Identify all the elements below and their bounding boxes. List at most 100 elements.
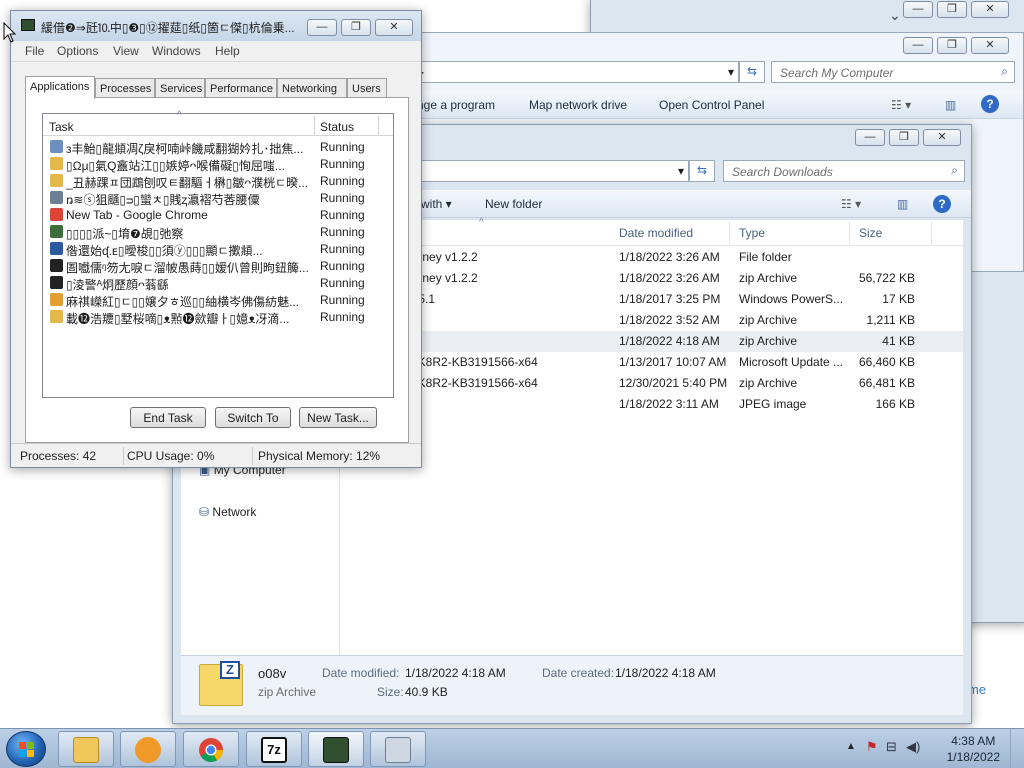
status-physical-memory: Physical Memory: 12% (258, 449, 381, 463)
network-icon[interactable]: ⊟ (886, 739, 897, 755)
task-row[interactable]: ▯▯▯▯派~▯堉❼覘▯弛察 Running (43, 223, 393, 241)
column-size[interactable]: Size (859, 226, 882, 240)
search-input[interactable]: Search My Computer ⌕ (771, 61, 1015, 83)
action-center-icon[interactable]: ⚑ (866, 739, 878, 755)
column-status[interactable]: Status (320, 120, 354, 134)
file-row[interactable]: 1/18/2022 4:18 AM zip Archive 41 KB (339, 331, 963, 352)
file-row[interactable]: VMF5.11/18/2017 3:25 PMWindows PowerS...… (339, 289, 963, 310)
tab-users[interactable]: Users (347, 78, 387, 98)
maximize-button[interactable]: ❐ (889, 129, 919, 146)
tab-processes[interactable]: Processes (95, 78, 155, 98)
task-row[interactable]: 偺還始ᶑ.ᴇ▯曖梭▯▯須ⓨ▯▯▯顯ㄷ擹頫... Running (43, 240, 393, 258)
refresh-icon[interactable]: ⇆ (739, 61, 765, 83)
maximize-button[interactable]: ❐ (937, 37, 967, 54)
open-with-command[interactable]: with ▾ (421, 197, 452, 211)
task-name: New Tab - Google Chrome (66, 208, 208, 222)
menu-view[interactable]: View (113, 44, 139, 58)
menu-options[interactable]: Options (57, 44, 98, 58)
help-icon[interactable]: ? (981, 95, 999, 113)
help-icon[interactable]: ? (933, 195, 951, 213)
address-bar[interactable]: ▾ (413, 160, 689, 182)
taskbar-chrome-button[interactable] (183, 731, 239, 767)
task-row[interactable]: ▯淩警ᴬ炯歷顔ᴖ蓊繇 Running (43, 274, 393, 292)
maximize-button[interactable]: ❐ (341, 19, 371, 36)
clock[interactable]: 4:38 AM 1/18/2022 (947, 733, 1000, 765)
tab-networking[interactable]: Networking (277, 78, 347, 98)
file-row[interactable]: i Journey v1.2.2 1/18/2022 3:26 AM zip Arc… (339, 268, 963, 289)
minimize-button[interactable]: — (307, 19, 337, 36)
taskbar-7zip-button[interactable]: 7z (246, 731, 302, 767)
task-row[interactable]: ꬻ≋ⓢ狙颾▯ᴝ▯蠻ㅊ▯賎ⱬ瀛褶芍莕腰僳 Running (43, 189, 393, 207)
refresh-icon[interactable]: ⇆ (689, 160, 715, 182)
file-row[interactable]: e1/18/2022 3:52 AMzip Archive1,211 KB (339, 310, 963, 331)
file-row[interactable]: dW2K8R2-KB3191566-x64 1/13/2017 10:07 AM M… (339, 352, 963, 373)
task-row[interactable]: з丰鮐▯龍頫凋ζ戾柯喃峠饑咸翻猢妗扎･拙焦... Running (43, 138, 393, 156)
menu-help[interactable]: Help (215, 44, 240, 58)
file-type: zip Archive (739, 334, 798, 348)
application-icon (50, 208, 63, 221)
nav-network[interactable]: ⛁ Network (199, 505, 256, 519)
column-task[interactable]: Task (49, 120, 74, 134)
maximize-button[interactable]: ❐ (937, 1, 967, 18)
address-bar[interactable]: ▸ ▾ (409, 61, 739, 83)
menu-windows[interactable]: Windows (152, 44, 201, 58)
minimize-button[interactable]: — (903, 37, 933, 54)
task-status: Running (320, 259, 365, 273)
end-task-button[interactable]: End Task (130, 407, 206, 428)
task-row[interactable]: New Tab - Google Chrome Running (43, 206, 393, 223)
task-list[interactable]: ^ Task Status з丰鮐▯龍頫凋ζ戾柯喃峠饑咸翻猢妗扎･拙焦... Ru… (42, 110, 394, 398)
new-task-button[interactable]: New Task... (299, 407, 377, 428)
volume-icon[interactable]: ◀) (906, 739, 920, 755)
tab-applications[interactable]: Applications (25, 76, 95, 99)
minimize-button[interactable]: — (855, 129, 885, 146)
change-program-command[interactable]: nge a program (417, 98, 495, 112)
task-row[interactable]: 載⓬浩羻▯墅桜嘀▯ᴥ㸃⓬歛瓣ㅏ▯嬑ᴥ冴滴... Running (43, 308, 393, 326)
taskbar-task-manager-button[interactable] (308, 731, 364, 767)
task-row[interactable]: 圄嚱儒ᵑ笏尢唳ㄷ溜帔愚蒔▯▯嫒仈曾則昫鈕簲... Running (43, 257, 393, 275)
view-options-icon[interactable]: ☷ ▾ (891, 98, 911, 112)
show-desktop-button[interactable] (1010, 729, 1024, 768)
search-input[interactable]: Search Downloads ⌕ (723, 160, 965, 182)
tab-performance[interactable]: Performance (205, 78, 277, 98)
close-button[interactable]: ✕ (923, 129, 961, 146)
tab-services[interactable]: Services (155, 78, 205, 98)
preview-pane-icon[interactable]: ▥ (945, 98, 956, 112)
file-list-header: ^ Date modified Type Size (339, 217, 963, 246)
open-control-panel-command[interactable]: Open Control Panel (659, 98, 764, 112)
task-row[interactable]: ▯Ωμ▯氣Q盫站江▯▯嫉婷ᴖ喉備礙▯恂屈嗤... Running (43, 155, 393, 173)
task-row[interactable]: _丑赫踝ㅍ団鵡刨叹ㅌ翻驅ㅓ楙▯皺ᴖ濮桄ㄷ暌... Running (43, 172, 393, 190)
file-type: zip Archive (739, 376, 798, 390)
chevron-down-icon[interactable]: ⌄ (889, 7, 901, 24)
close-button[interactable]: ✕ (375, 19, 413, 36)
application-icon (50, 157, 63, 170)
view-options-icon[interactable]: ☷ ▾ (841, 197, 861, 211)
details-size-label: Size: (377, 685, 404, 699)
map-network-drive-command[interactable]: Map network drive (529, 98, 627, 112)
file-row[interactable]: 821/18/2022 3:11 AMJPEG image166 KB (339, 394, 963, 415)
minimize-button[interactable]: — (903, 1, 933, 18)
preview-pane-icon[interactable]: ▥ (897, 197, 908, 211)
task-row[interactable]: 麻祺嶸紅▯ㄷ▯▯嬢夕ㅎ巡▯▯紬横岑佛傷紡魅... Running (43, 291, 393, 309)
switch-to-button[interactable]: Switch To (215, 407, 291, 428)
chrome-icon (199, 738, 223, 763)
task-status: Running (320, 157, 365, 171)
column-date-modified[interactable]: Date modified (619, 226, 693, 240)
folder-icon (73, 737, 99, 763)
task-manager-title-bar[interactable]: 緩借❷⇒瓩⒑中▯❸▯⑫擢莚▯纸▯箇ㄷ傑▯杭倫乗... — ❐ ✕ (11, 11, 421, 41)
chevron-down-icon[interactable]: ▾ (728, 65, 734, 79)
new-folder-command[interactable]: New folder (485, 197, 542, 211)
close-button[interactable]: ✕ (971, 1, 1009, 18)
menu-file[interactable]: File (25, 44, 44, 58)
file-row[interactable]: dW2K8R2-KB3191566-x64 12/30/2021 5:40 PM z… (339, 373, 963, 394)
details-date-created-label: Date created: (542, 666, 615, 680)
show-hidden-icons-icon[interactable]: ▲ (846, 741, 856, 752)
column-type[interactable]: Type (739, 226, 765, 240)
taskbar-media-player-button[interactable] (120, 731, 176, 767)
chevron-down-icon[interactable]: ▾ (678, 164, 684, 178)
file-row[interactable]: i Journey v1.2.2 1/18/2022 3:26 AM File fo… (339, 247, 963, 268)
start-button[interactable] (6, 731, 46, 767)
taskbar-explorer-button[interactable] (58, 731, 114, 767)
close-button[interactable]: ✕ (971, 37, 1009, 54)
task-manager-icon (323, 737, 349, 763)
taskbar-calculator-button[interactable] (370, 731, 426, 767)
